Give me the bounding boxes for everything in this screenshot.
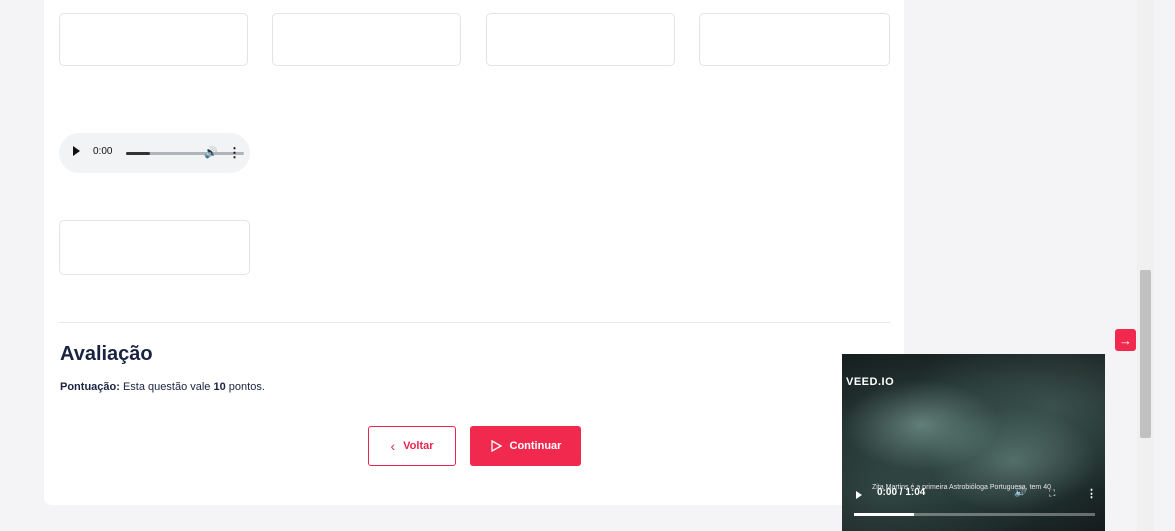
score-value: 10: [213, 381, 226, 393]
arrow-right-icon[interactable]: →: [1115, 329, 1136, 351]
play-outline-icon: [490, 440, 502, 452]
more-vertical-icon[interactable]: ⋮: [228, 145, 241, 161]
video-time: 0:00 / 1:04: [877, 487, 926, 498]
answer-option-box[interactable]: [59, 13, 248, 66]
back-button-label: Voltar: [403, 440, 434, 452]
answer-option-box[interactable]: [272, 13, 461, 66]
audio-time: 0:00: [93, 146, 113, 157]
answer-option-box[interactable]: [699, 13, 890, 66]
audio-player[interactable]: 0:00 🔊 ⋮: [59, 133, 250, 173]
play-icon[interactable]: [856, 491, 862, 499]
page-scrollbar[interactable]: [1137, 0, 1154, 531]
audio-seek-fill: [126, 152, 150, 155]
answer-input-box[interactable]: [59, 220, 250, 275]
score-text: Pontuação: Esta questão vale 10 pontos.: [60, 381, 265, 393]
evaluation-title: Avaliação: [60, 343, 153, 365]
video-player[interactable]: VEED.IO Zita Martins é a primeira Astrob…: [842, 354, 1105, 531]
volume-icon[interactable]: 🔊: [1014, 487, 1026, 498]
back-button[interactable]: ‹ Voltar: [368, 426, 456, 466]
scrollbar-thumb[interactable]: [1140, 270, 1151, 438]
video-seek-fill: [854, 513, 915, 516]
volume-icon[interactable]: 🔊: [204, 146, 218, 159]
video-watermark-logo: VEED.IO: [846, 376, 895, 388]
answer-option-box[interactable]: [486, 13, 675, 66]
continue-button[interactable]: Continuar: [470, 426, 581, 466]
score-label: Pontuação:: [60, 381, 120, 393]
score-text-after: pontos.: [228, 381, 265, 393]
fullscreen-icon[interactable]: ⛶: [1049, 488, 1055, 499]
score-text-before: Esta questão vale: [122, 381, 211, 393]
section-divider: [59, 322, 890, 323]
continue-button-label: Continuar: [509, 440, 562, 452]
more-vertical-icon[interactable]: ⋮: [1086, 487, 1097, 500]
chevron-left-icon: ‹: [390, 438, 396, 454]
play-icon[interactable]: [73, 146, 80, 156]
video-seek-bar[interactable]: [854, 513, 1095, 516]
audio-seek-bar[interactable]: [126, 152, 244, 155]
